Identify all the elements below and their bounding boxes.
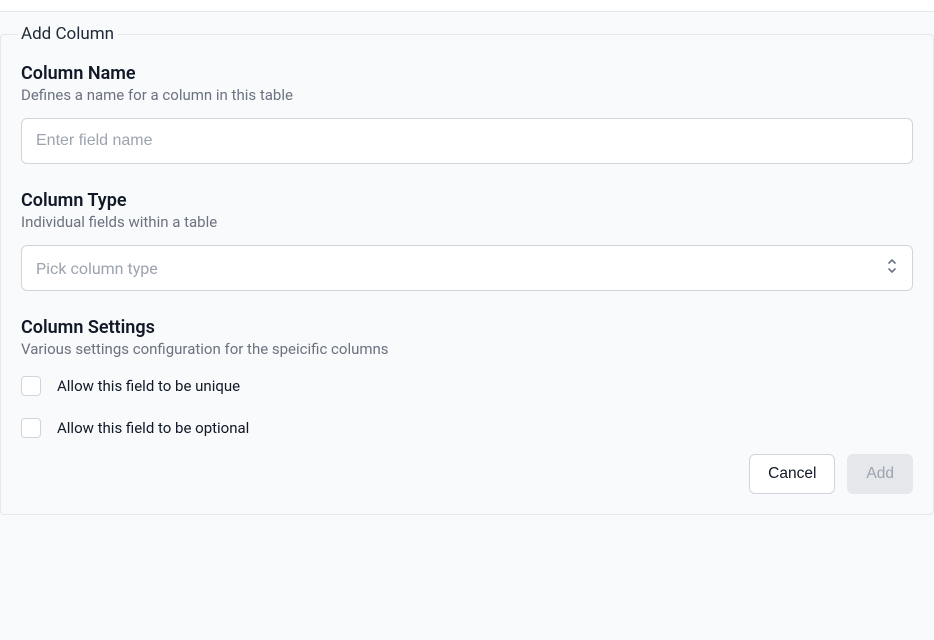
optional-checkbox[interactable] <box>21 418 41 438</box>
column-name-description: Defines a name for a column in this tabl… <box>21 86 913 104</box>
column-name-title: Column Name <box>21 63 913 84</box>
button-row: Cancel Add <box>21 454 913 494</box>
column-type-select-wrapper: Pick column type <box>21 245 913 291</box>
column-name-input[interactable] <box>21 118 913 164</box>
column-settings-section: Column Settings Various settings configu… <box>21 317 913 438</box>
form-body: Column Name Defines a name for a column … <box>1 55 933 514</box>
add-button[interactable]: Add <box>847 454 913 494</box>
optional-checkbox-row: Allow this field to be optional <box>21 418 913 438</box>
add-column-fieldset: Add Column Column Name Defines a name fo… <box>0 34 934 515</box>
column-type-title: Column Type <box>21 190 913 211</box>
column-settings-description: Various settings configuration for the s… <box>21 340 913 358</box>
optional-checkbox-label: Allow this field to be optional <box>57 419 249 437</box>
form-legend: Add Column <box>17 24 118 44</box>
column-type-description: Individual fields within a table <box>21 213 913 231</box>
unique-checkbox-row: Allow this field to be unique <box>21 376 913 396</box>
column-type-section: Column Type Individual fields within a t… <box>21 190 913 291</box>
unique-checkbox-label: Allow this field to be unique <box>57 377 240 395</box>
column-type-select[interactable]: Pick column type <box>21 245 913 291</box>
cancel-button[interactable]: Cancel <box>749 454 835 494</box>
unique-checkbox[interactable] <box>21 376 41 396</box>
column-name-section: Column Name Defines a name for a column … <box>21 63 913 164</box>
column-settings-title: Column Settings <box>21 317 913 338</box>
column-type-placeholder: Pick column type <box>36 259 158 278</box>
top-bar <box>0 0 934 12</box>
